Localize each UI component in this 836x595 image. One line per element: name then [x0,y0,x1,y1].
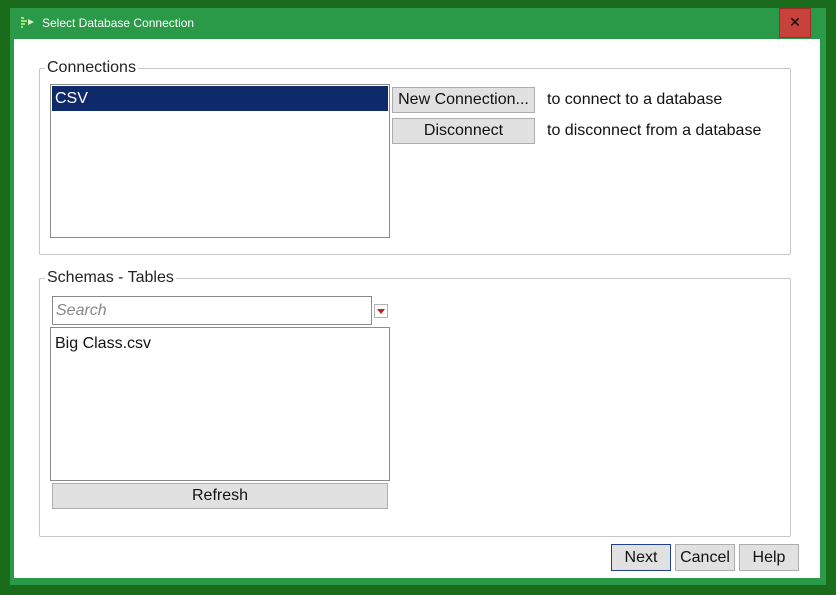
connections-legend: Connections [47,59,136,76]
cancel-button[interactable]: Cancel [675,544,735,571]
jmp-app-icon [21,17,34,28]
chevron-down-icon [377,309,385,314]
tables-list[interactable]: Big Class.csv [50,327,390,481]
new-connection-hint: to connect to a database [547,91,723,108]
close-icon: ✕ [789,15,801,31]
connection-item-csv[interactable]: CSV [52,86,388,111]
table-item[interactable]: Big Class.csv [52,331,388,356]
disconnect-button[interactable]: Disconnect [392,118,535,144]
refresh-button[interactable]: Refresh [52,483,388,509]
window-title: Select Database Connection [42,16,195,30]
next-button[interactable]: Next [611,544,671,571]
search-input[interactable] [52,296,372,325]
title-bar[interactable]: Select Database Connection ✕ [10,8,826,39]
disconnect-hint: to disconnect from a database [547,122,762,139]
connections-list[interactable]: CSV [50,84,390,238]
search-options-button[interactable] [374,304,388,318]
schemas-tables-legend: Schemas - Tables [47,269,174,286]
close-button[interactable]: ✕ [779,8,811,38]
new-connection-button[interactable]: New Connection... [392,87,535,113]
help-button[interactable]: Help [739,544,799,571]
dialog-body: Connections CSV New Connection... to con… [14,39,820,578]
dialog-window: Select Database Connection ✕ Connections… [10,8,826,585]
